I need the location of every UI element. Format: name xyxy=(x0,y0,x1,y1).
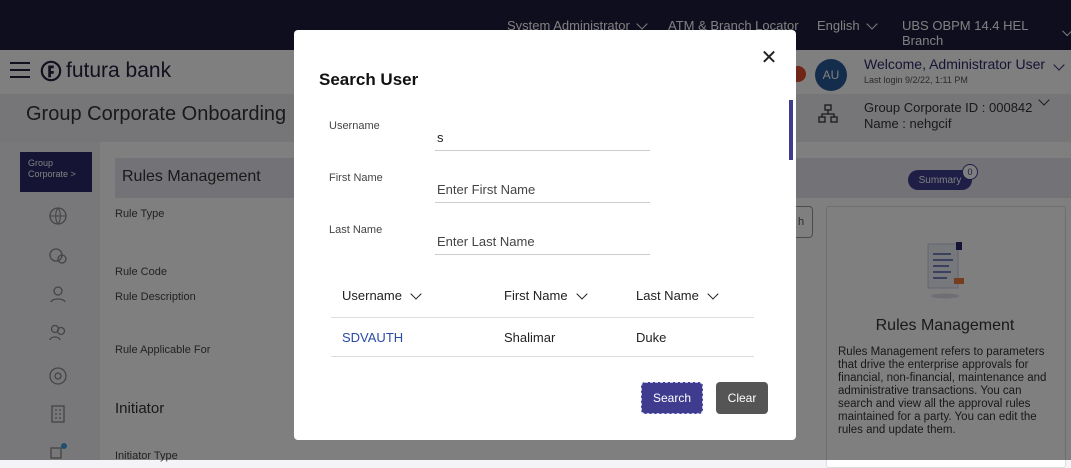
first-name-label: First Name xyxy=(329,172,383,184)
column-header-label: Username xyxy=(342,288,402,303)
last-name-label: Last Name xyxy=(329,224,383,236)
column-header-label: First Name xyxy=(504,288,568,303)
table-cell-first-name: Shalimar xyxy=(504,330,556,345)
first-name-input[interactable] xyxy=(435,176,650,203)
chevron-down-icon xyxy=(575,287,588,300)
modal-scrollbar[interactable] xyxy=(789,100,793,160)
table-cell-username-link[interactable]: SDVAUTH xyxy=(342,330,403,345)
table-header-divider xyxy=(331,317,754,318)
column-header-first-name[interactable]: First Name xyxy=(504,287,588,303)
table-cell-last-name: Duke xyxy=(636,330,667,345)
table-row-divider xyxy=(331,356,754,357)
clear-button[interactable]: Clear xyxy=(716,382,768,414)
search-user-modal: Search User ✕ Username First Name Last N… xyxy=(294,30,796,440)
modal-title: Search User xyxy=(319,70,419,89)
chevron-down-icon xyxy=(707,287,719,300)
search-button[interactable]: Search xyxy=(641,382,703,414)
chevron-down-icon xyxy=(410,287,422,300)
column-header-label: Last Name xyxy=(636,288,699,303)
close-icon[interactable]: ✕ xyxy=(759,48,779,68)
last-name-input[interactable] xyxy=(435,228,650,255)
username-label: Username xyxy=(329,120,380,132)
column-header-username[interactable]: Username xyxy=(342,287,422,303)
username-input[interactable] xyxy=(435,124,650,151)
column-header-last-name[interactable]: Last Name xyxy=(636,287,719,303)
